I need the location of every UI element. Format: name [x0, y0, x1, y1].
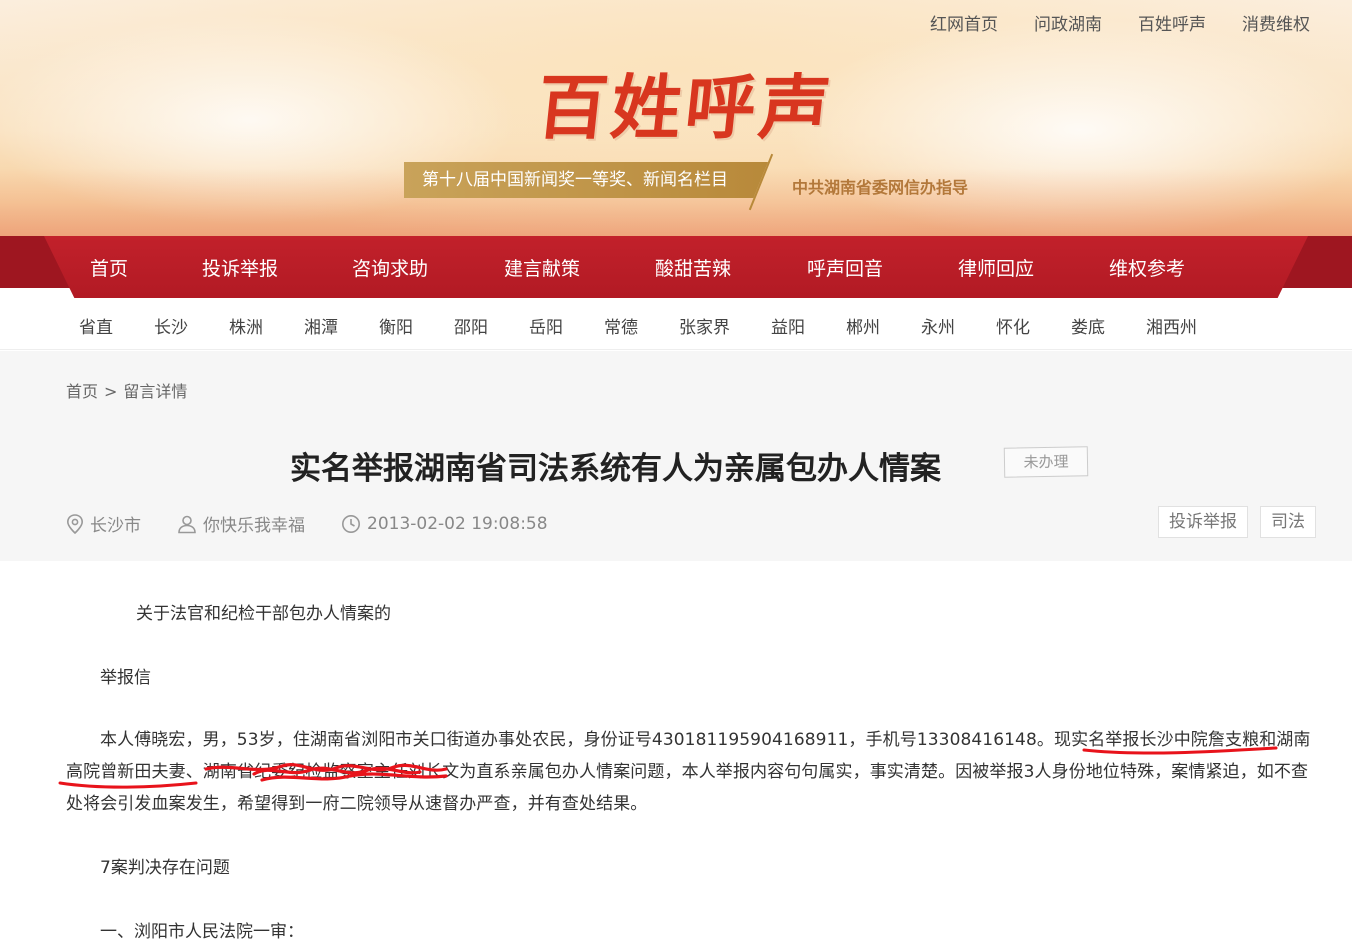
breadcrumb-home[interactable]: 首页 — [66, 382, 98, 401]
city-shaoyang[interactable]: 邵阳 — [454, 313, 488, 338]
city-chenzhou[interactable]: 郴州 — [846, 313, 880, 338]
city-xiangxi[interactable]: 湘西州 — [1146, 313, 1197, 338]
top-link-consumer[interactable]: 消费维权 — [1242, 10, 1310, 35]
page-title: 实名举报湖南省司法系统有人为亲属包办人情案 — [290, 451, 941, 487]
city-loudi[interactable]: 娄底 — [1071, 313, 1105, 338]
article-subtitle: 关于法官和纪检干部包办人情案的 — [136, 604, 391, 624]
top-link-baixing[interactable]: 百姓呼声 — [1138, 10, 1206, 35]
nav-suggestion[interactable]: 建言献策 — [504, 254, 580, 281]
nav-home[interactable]: 首页 — [90, 254, 128, 281]
datetime-text: 2013-02-02 19:08:58 — [367, 513, 548, 534]
status-badge: 未办理 — [1003, 446, 1089, 478]
city-xiangtan[interactable]: 湘潭 — [304, 313, 338, 338]
article-cases-heading: 7案判决存在问题 — [100, 858, 230, 878]
city-huaihua[interactable]: 怀化 — [996, 313, 1030, 338]
article-header: 首页 > 留言详情 实名举报湖南省司法系统有人为亲属包办人情案 未办理 长沙市 你快… — [0, 351, 1352, 561]
nav-rights[interactable]: 维权参考 — [1109, 254, 1185, 281]
article-first-item: 一、浏阳市人民法院一审： — [100, 922, 304, 939]
city-zhuzhou[interactable]: 株洲 — [229, 313, 263, 338]
location-text: 长沙市 — [90, 516, 141, 536]
nav-consult[interactable]: 咨询求助 — [352, 254, 428, 281]
city-changsha[interactable]: 长沙 — [154, 313, 188, 338]
site-logo[interactable]: 百姓呼声 — [533, 52, 840, 153]
award-ribbon: 第十八届中国新闻奖一等奖、新闻名栏目 — [404, 162, 768, 198]
meta-location: 长沙市 — [66, 511, 141, 536]
city-hengyang[interactable]: 衡阳 — [379, 313, 413, 338]
city-changde[interactable]: 常德 — [604, 313, 638, 338]
city-zhangjiajie[interactable]: 张家界 — [679, 313, 730, 338]
city-yueyang[interactable]: 岳阳 — [529, 313, 563, 338]
nav-complaint[interactable]: 投诉举报 — [202, 254, 278, 281]
header-banner: 红网首页 问政湖南 百姓呼声 消费维权 百姓呼声 第十八届中国新闻奖一等奖、新闻… — [0, 0, 1352, 238]
city-yiyang[interactable]: 益阳 — [771, 313, 805, 338]
breadcrumb-separator: > — [104, 382, 118, 401]
guide-text: 中共湖南省委网信办指导 — [792, 178, 969, 197]
article-letter-heading: 举报信 — [100, 668, 151, 688]
breadcrumb: 首页 > 留言详情 — [66, 378, 187, 402]
city-yongzhou[interactable]: 永州 — [921, 313, 955, 338]
meta-author: 你快乐我幸福 — [177, 511, 305, 536]
nav-life[interactable]: 酸甜苦辣 — [655, 254, 731, 281]
tag-judicial[interactable]: 司法 — [1260, 506, 1316, 538]
main-nav-bar: 首页 投诉举报 咨询求助 建言献策 酸甜苦辣 呼声回音 律师回应 维权参考 — [0, 236, 1352, 298]
top-link-wenzheng[interactable]: 问政湖南 — [1034, 10, 1102, 35]
breadcrumb-current: 留言详情 — [123, 382, 188, 401]
location-pin-icon — [66, 513, 84, 534]
nav-echo[interactable]: 呼声回音 — [807, 254, 883, 281]
tag-complaint[interactable]: 投诉举报 — [1158, 506, 1248, 538]
city-shengzhi[interactable]: 省直 — [79, 313, 113, 338]
city-nav: 省直 长沙 株洲 湘潭 衡阳 邵阳 岳阳 常德 张家界 益阳 郴州 永州 怀化 … — [0, 298, 1352, 350]
clock-icon — [342, 514, 360, 533]
top-link-rednet-home[interactable]: 红网首页 — [930, 10, 998, 35]
main-nav: 首页 投诉举报 咨询求助 建言献策 酸甜苦辣 呼声回音 律师回应 维权参考 — [44, 236, 1308, 298]
meta-datetime: 2013-02-02 19:08:58 — [341, 514, 548, 534]
article-meta: 长沙市 你快乐我幸福 2013-02-02 19:08:58 — [66, 511, 584, 536]
article-main-paragraph: 本人傅晓宏，男，53岁，住湖南省浏阳市关口街道办事处农民，身份证号4301811… — [66, 730, 1311, 814]
top-links: 红网首页 问政湖南 百姓呼声 消费维权 — [930, 10, 1310, 35]
author-name: 你快乐我幸福 — [203, 516, 305, 536]
user-icon — [178, 515, 196, 533]
nav-lawyer[interactable]: 律师回应 — [958, 254, 1034, 281]
